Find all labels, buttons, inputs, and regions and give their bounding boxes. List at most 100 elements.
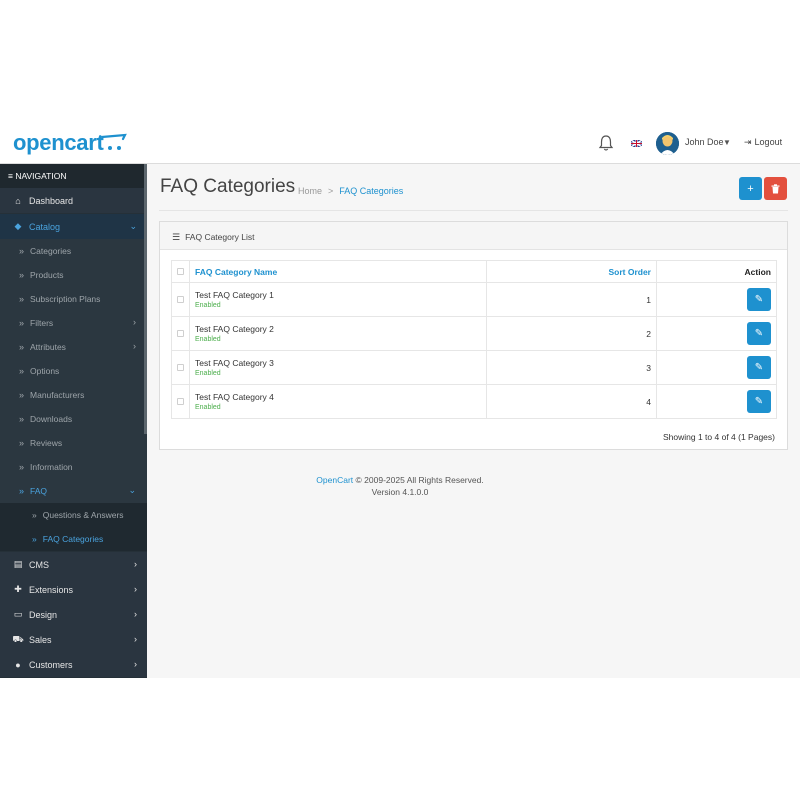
caret-down-icon[interactable]: ▼ bbox=[723, 138, 731, 147]
sidebar-sub-label: Categories bbox=[30, 246, 72, 256]
bell-icon[interactable] bbox=[597, 134, 615, 152]
sidebar-sub-products[interactable]: » Products bbox=[0, 263, 147, 287]
sidebar-item-design[interactable]: ▭ Design › bbox=[0, 602, 147, 627]
sidebar-item-label: Dashboard bbox=[29, 195, 74, 206]
select-all-checkbox[interactable] bbox=[177, 267, 184, 275]
row-name-cell: Test FAQ Category 3 Enabled bbox=[189, 350, 487, 385]
edit-button[interactable]: ✎ bbox=[747, 390, 771, 413]
logout-link[interactable]: ⇥ Logout bbox=[744, 137, 782, 148]
faq-category-list-card: ☰ FAQ Category List FAQ Category Name Sor… bbox=[159, 221, 788, 450]
double-chevron-icon: » bbox=[32, 534, 37, 544]
double-chevron-icon: » bbox=[19, 414, 25, 424]
sidebar-sub-reviews[interactable]: » Reviews bbox=[0, 431, 147, 455]
sidebar-subsub-label: FAQ Categories bbox=[42, 534, 104, 544]
sidebar-item-cms[interactable]: ▤ CMS › bbox=[0, 552, 147, 577]
double-chevron-icon: » bbox=[19, 246, 25, 256]
footer: OpenCart © 2009-2025 All Rights Reserved… bbox=[159, 474, 641, 498]
sidebar-item-extensions[interactable]: ✚ Extensions › bbox=[0, 577, 147, 602]
pencil-icon: ✎ bbox=[754, 396, 764, 407]
page-title: FAQ Categories bbox=[160, 176, 296, 197]
double-chevron-icon: » bbox=[32, 510, 37, 520]
double-chevron-icon: » bbox=[19, 342, 25, 352]
avatar[interactable] bbox=[656, 132, 679, 155]
sidebar-sub-label: Options bbox=[30, 366, 60, 376]
opencart-logo[interactable]: opencart bbox=[13, 130, 104, 156]
row-select-cell bbox=[171, 316, 190, 351]
select-all-cell bbox=[171, 260, 190, 283]
column-header-action: Action bbox=[656, 260, 777, 283]
row-checkbox[interactable] bbox=[177, 397, 184, 405]
sidebar-sub-attributes[interactable]: » Attributes › bbox=[0, 335, 147, 359]
user-name[interactable]: John Doe bbox=[685, 137, 724, 147]
sidebar-item-sales[interactable]: ⛟ Sales › bbox=[0, 627, 147, 652]
column-header-name[interactable]: FAQ Category Name bbox=[189, 260, 487, 283]
sidebar-item-dashboard[interactable]: ⌂ Dashboard bbox=[0, 188, 147, 213]
language-flag-icon[interactable] bbox=[631, 140, 642, 147]
logout-icon: ⇥ bbox=[744, 137, 752, 147]
row-select-cell bbox=[171, 384, 190, 419]
sidebar-sub-information[interactable]: » Information bbox=[0, 455, 147, 479]
row-checkbox[interactable] bbox=[177, 329, 184, 337]
sidebar-sub-downloads[interactable]: » Downloads bbox=[0, 407, 147, 431]
double-chevron-icon: » bbox=[19, 294, 25, 304]
breadcrumb-home[interactable]: Home bbox=[298, 186, 322, 196]
sidebar-sub-manufacturers[interactable]: » Manufacturers bbox=[0, 383, 147, 407]
sidebar-sub-categories[interactable]: » Categories bbox=[0, 239, 147, 263]
double-chevron-icon: » bbox=[19, 438, 25, 448]
footer-copyright-line: OpenCart © 2009-2025 All Rights Reserved… bbox=[159, 474, 641, 486]
add-button[interactable]: + bbox=[739, 177, 762, 200]
chevron-right-icon: › bbox=[134, 659, 137, 669]
edit-button[interactable]: ✎ bbox=[747, 356, 771, 379]
sidebar-sub-filters[interactable]: » Filters › bbox=[0, 311, 147, 335]
sidebar-sub-subscription-plans[interactable]: » Subscription Plans bbox=[0, 287, 147, 311]
row-sort-cell: 2 bbox=[486, 316, 657, 351]
sidebar-item-label: Sales bbox=[29, 634, 52, 645]
row-sort-cell: 3 bbox=[486, 350, 657, 385]
plus-icon: + bbox=[747, 182, 754, 195]
breadcrumb-current[interactable]: FAQ Categories bbox=[339, 186, 403, 196]
sidebar-sub-label: Attributes bbox=[30, 342, 66, 352]
sidebar-sub-label: Subscription Plans bbox=[30, 294, 101, 304]
opencart-link[interactable]: OpenCart bbox=[316, 475, 353, 485]
column-header-action-label: Action bbox=[744, 266, 771, 277]
sidebar-item-customers[interactable]: ● Customers › bbox=[0, 652, 147, 677]
monitor-icon: ▭ bbox=[13, 609, 23, 619]
double-chevron-icon: » bbox=[19, 486, 25, 496]
sidebar-scrollbar[interactable] bbox=[144, 164, 147, 434]
sidebar-item-label: Design bbox=[29, 609, 58, 620]
top-header: opencart John Doe ▼ ⇥ Logout bbox=[0, 122, 800, 164]
sidebar-sub-label: Manufacturers bbox=[30, 390, 85, 400]
pencil-icon: ✎ bbox=[754, 362, 764, 373]
sidebar-sub-label: Filters bbox=[30, 318, 54, 328]
row-checkbox[interactable] bbox=[177, 295, 184, 303]
sidebar-sub-options[interactable]: » Options bbox=[0, 359, 147, 383]
home-icon: ⌂ bbox=[15, 195, 21, 206]
sidebar-item-catalog[interactable]: ◆ Catalog ⌄ bbox=[0, 214, 147, 239]
category-name: Test FAQ Category 3 bbox=[195, 358, 274, 368]
cart-icon: ⛟ bbox=[12, 633, 24, 644]
column-header-sort-label: Sort Order bbox=[608, 266, 651, 277]
column-header-sort[interactable]: Sort Order bbox=[486, 260, 657, 283]
row-sort-cell: 1 bbox=[486, 282, 657, 317]
avatar-user-icon bbox=[656, 132, 679, 155]
sidebar-subsub-label: Questions & Answers bbox=[42, 510, 124, 520]
sidebar-subsub-questions-answers[interactable]: » Questions & Answers bbox=[0, 503, 147, 527]
card-title: FAQ Category List bbox=[185, 232, 255, 242]
row-action-cell: ✎ bbox=[656, 384, 777, 419]
delete-button[interactable] bbox=[764, 177, 787, 200]
sidebar-subsub-faq-categories[interactable]: » FAQ Categories bbox=[0, 527, 147, 551]
row-checkbox[interactable] bbox=[177, 363, 184, 371]
footer-copyright: © 2009-2025 All Rights Reserved. bbox=[355, 475, 484, 485]
list-icon: ☰ bbox=[172, 232, 181, 242]
trash-icon bbox=[771, 183, 780, 193]
row-name-cell: Test FAQ Category 4 Enabled bbox=[189, 384, 487, 419]
row-action-cell: ✎ bbox=[656, 316, 777, 351]
chevron-right-icon: › bbox=[134, 559, 137, 569]
double-chevron-icon: » bbox=[19, 462, 25, 472]
pagination-summary: Showing 1 to 4 of 4 (1 Pages) bbox=[663, 432, 775, 442]
edit-button[interactable]: ✎ bbox=[747, 288, 771, 311]
row-action-cell: ✎ bbox=[656, 350, 777, 385]
admin-app: opencart John Doe ▼ ⇥ Logout ≡ NAVIGATIO… bbox=[0, 122, 800, 678]
sidebar-sub-faq[interactable]: » FAQ ⌄ bbox=[0, 479, 147, 503]
edit-button[interactable]: ✎ bbox=[747, 322, 771, 345]
